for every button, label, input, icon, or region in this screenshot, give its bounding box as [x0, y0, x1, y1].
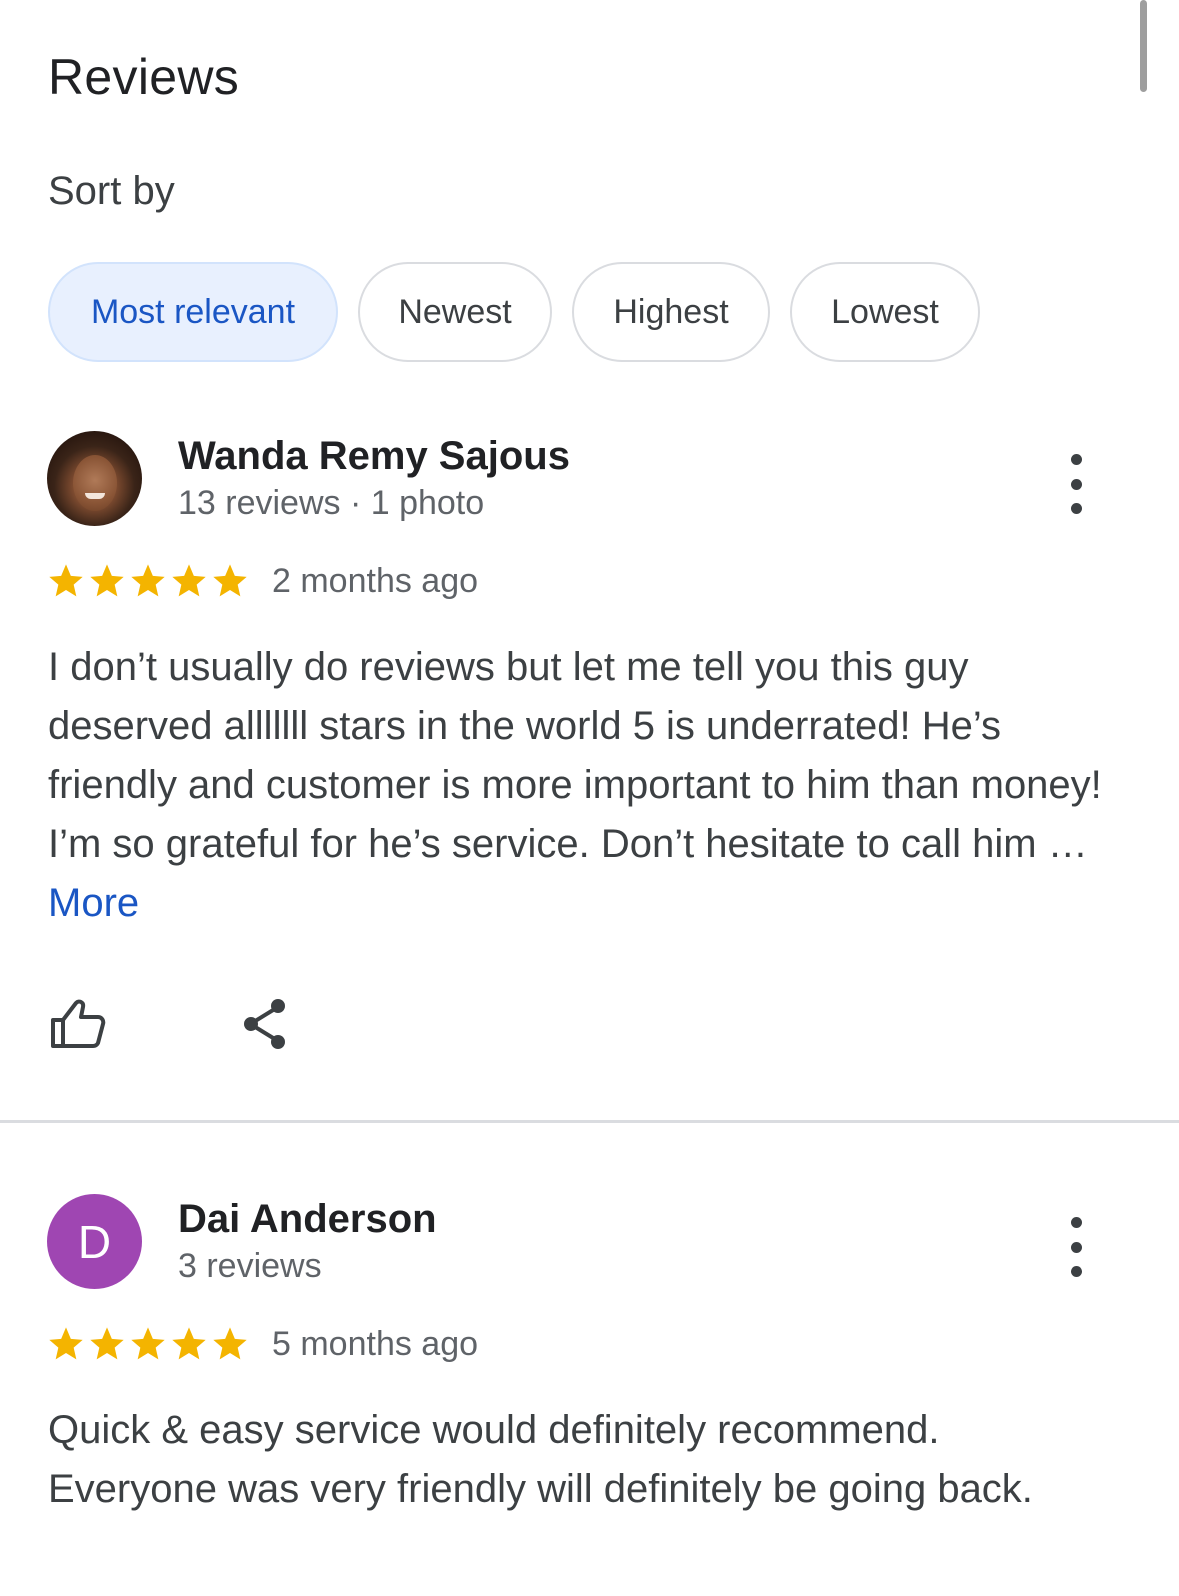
scrollbar[interactable] [1140, 0, 1147, 92]
star-icon [90, 1327, 124, 1360]
share-icon [244, 999, 285, 1049]
more-options-icon[interactable] [1060, 1217, 1092, 1277]
star-rating [46, 1324, 250, 1364]
star-icon [213, 1327, 247, 1360]
more-options-icon[interactable] [1060, 454, 1092, 514]
rating-row: 5 months ago [46, 1324, 478, 1364]
star-icon [131, 1327, 165, 1360]
sort-chip-highest[interactable]: Highest [572, 262, 770, 362]
review-divider [0, 1120, 1179, 1123]
review-date: 5 months ago [272, 1325, 479, 1363]
like-button[interactable] [48, 994, 108, 1054]
star-rating [46, 561, 250, 601]
page-title: Reviews [48, 49, 240, 105]
avatar[interactable] [47, 431, 142, 526]
sort-chips: Most relevant Newest Highest Lowest [48, 262, 980, 362]
reviewer-name[interactable]: Dai Anderson [178, 1195, 437, 1243]
review-text: Quick & easy service would definitely re… [48, 1408, 1033, 1511]
star-icon [49, 1327, 83, 1360]
star-icon [172, 564, 206, 597]
thumbs-up-icon [51, 999, 106, 1048]
star-icon [49, 564, 83, 597]
sort-by-label: Sort by [48, 169, 175, 213]
rating-row: 2 months ago [46, 561, 478, 601]
reviewer-name[interactable]: Wanda Remy Sajous [178, 432, 570, 480]
review-date: 2 months ago [272, 562, 479, 600]
sort-chip-lowest[interactable]: Lowest [790, 262, 980, 362]
sort-chip-newest[interactable]: Newest [358, 262, 552, 362]
star-icon [90, 564, 124, 597]
review-actions [48, 994, 296, 1054]
review-text: I don’t usually do reviews but let me te… [48, 638, 1108, 933]
more-link[interactable]: More [48, 881, 139, 925]
reviewer-meta: 13 reviews · 1 photo [178, 484, 485, 522]
reviewer-meta: 3 reviews [178, 1247, 322, 1285]
star-icon [131, 564, 165, 597]
sort-chip-most-relevant[interactable]: Most relevant [48, 262, 338, 362]
star-icon [213, 564, 247, 597]
avatar[interactable]: D [47, 1194, 142, 1289]
share-button[interactable] [236, 994, 296, 1054]
review-body: I don’t usually do reviews but let me te… [48, 645, 1102, 866]
star-icon [172, 1327, 206, 1360]
